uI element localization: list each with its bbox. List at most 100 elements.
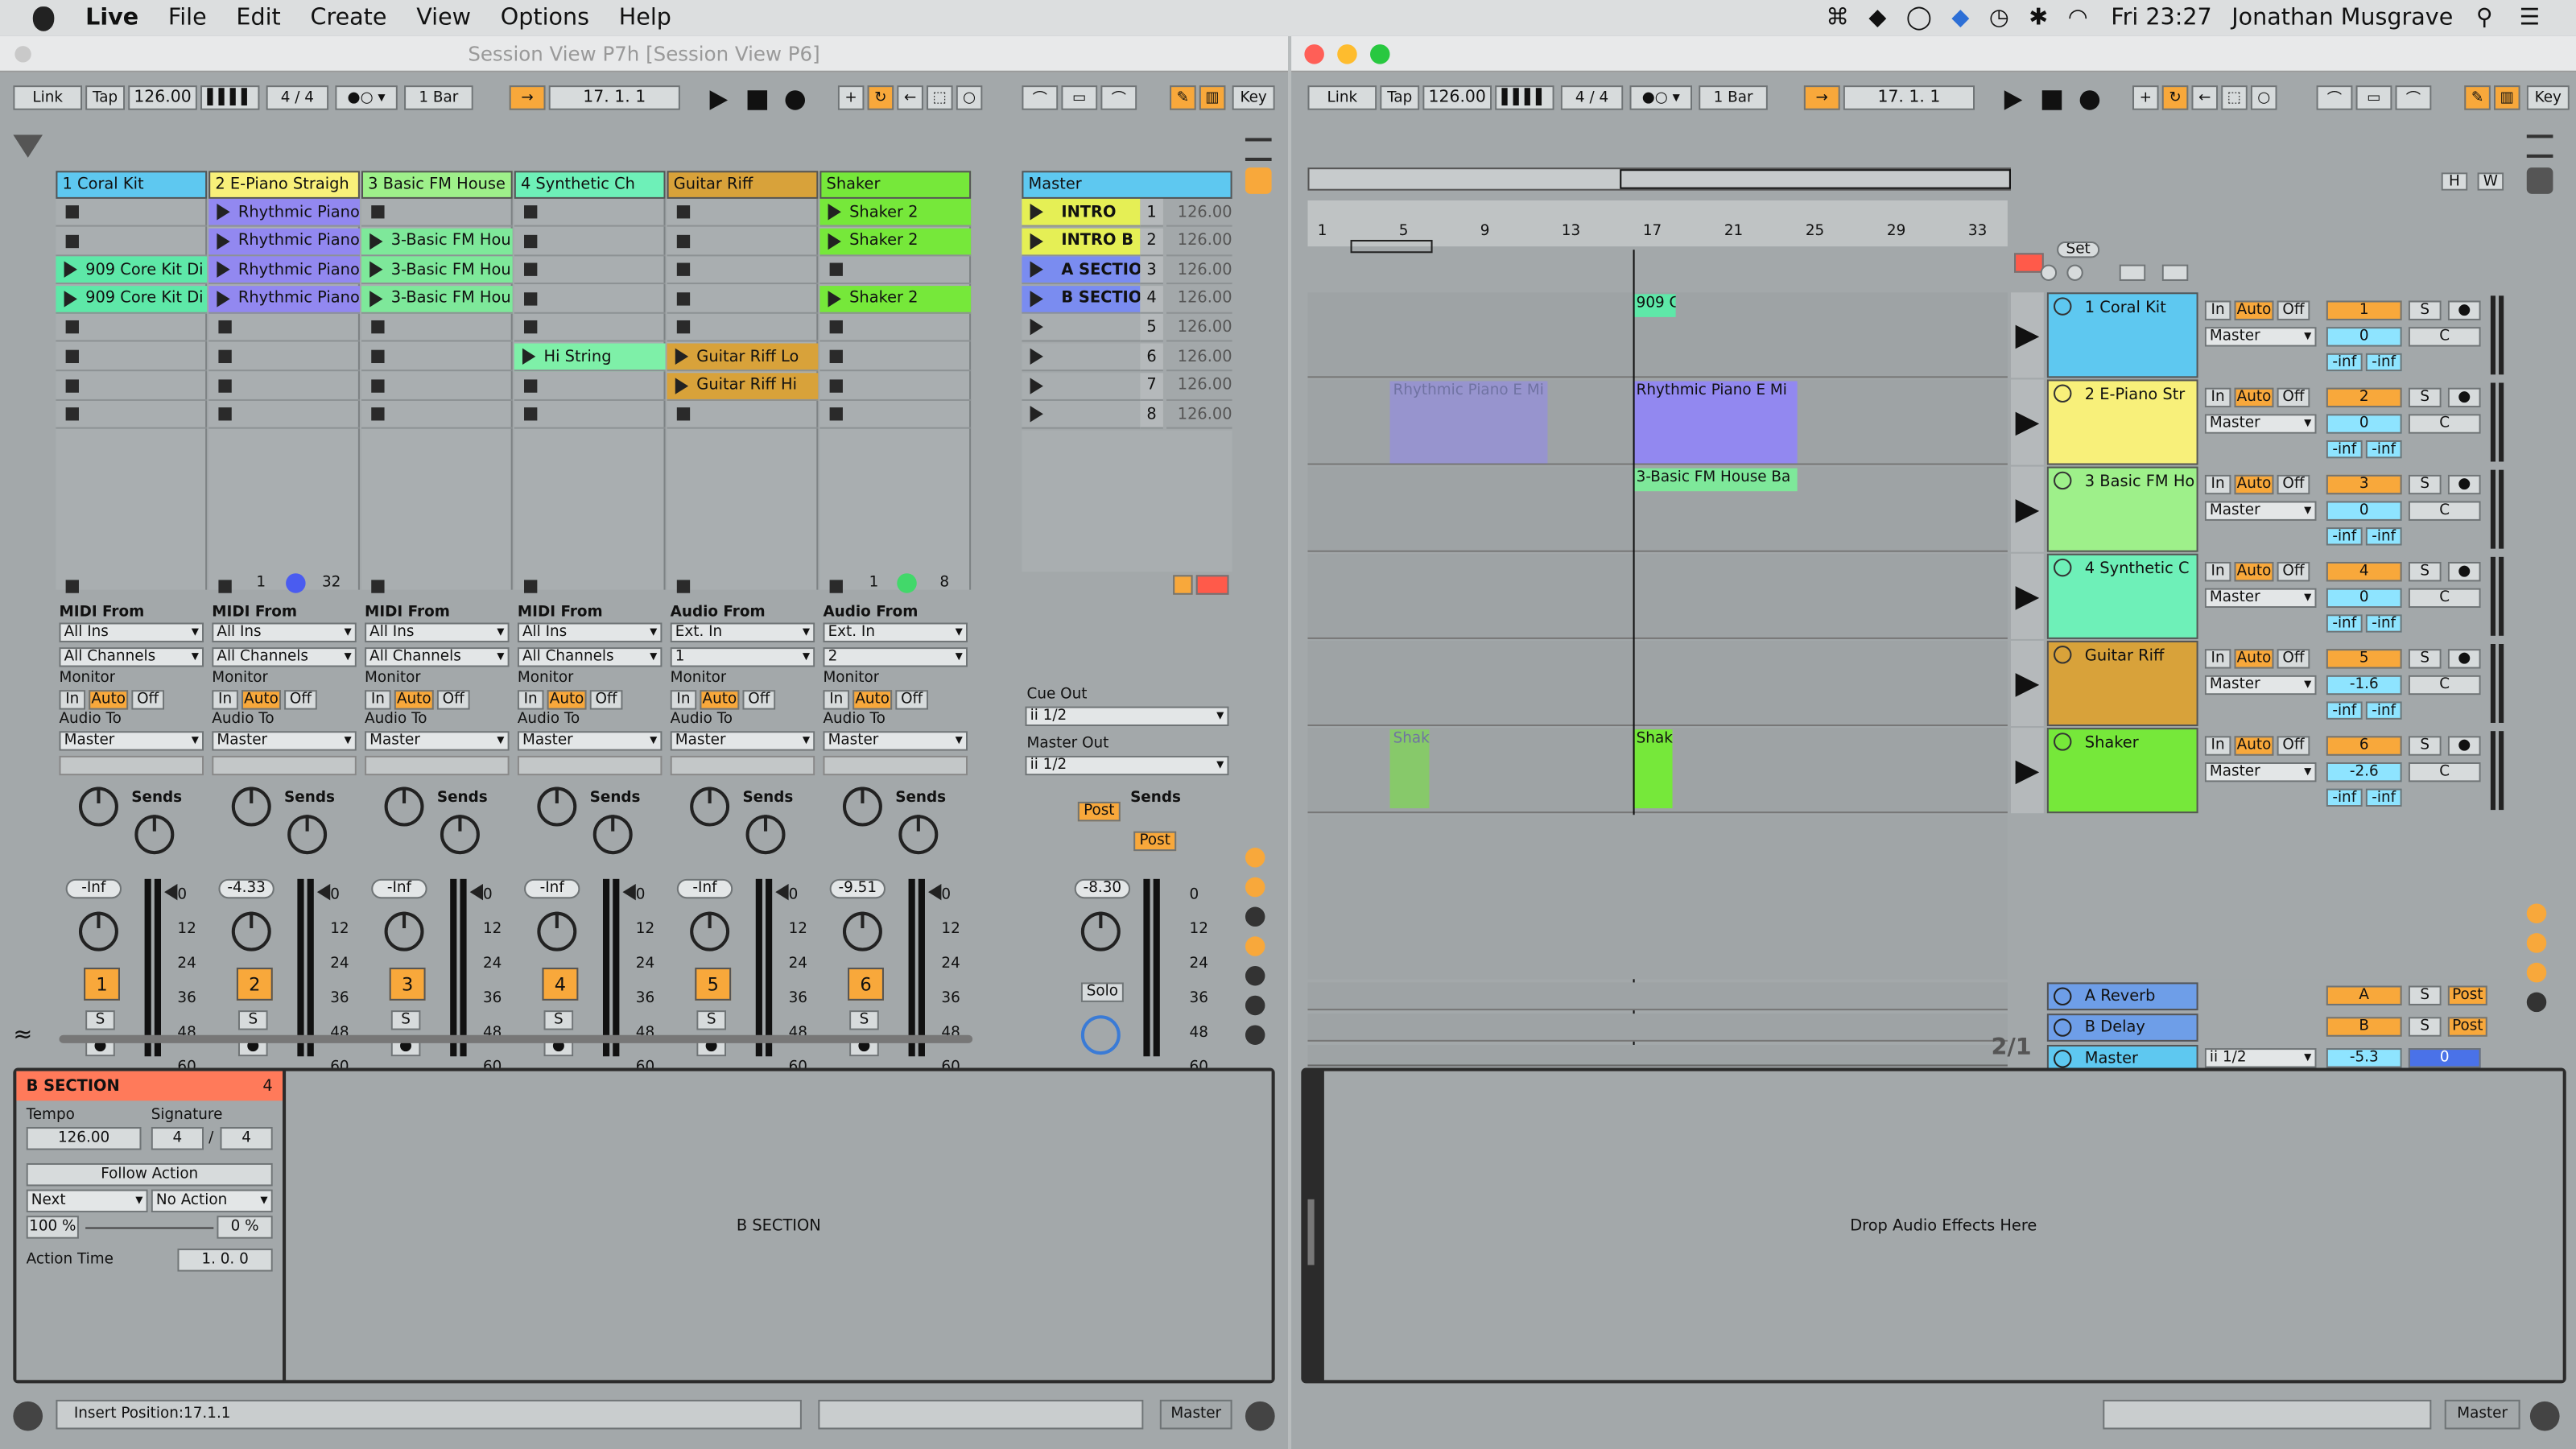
pan-knob[interactable] [537,911,577,952]
draw-mode-icon-2[interactable]: ⌒ [2316,85,2353,110]
arr-send-b[interactable]: -inf [2365,440,2402,459]
next-action-select[interactable]: Next [26,1189,148,1213]
key-map-pencil-icon-2[interactable]: ✎ [2464,85,2491,110]
empty-drop-area[interactable] [1307,815,2008,980]
arr-pan-field[interactable]: C [2408,414,2481,434]
master-pan-knob[interactable] [1080,911,1121,952]
clock[interactable]: Fri 23:27 [2111,5,2211,31]
horizontal-scrollbar[interactable] [59,1034,973,1043]
send-a-knob[interactable] [690,786,730,827]
send-b-knob[interactable] [592,815,633,855]
send-a-knob[interactable] [231,786,271,827]
arr-send-b[interactable]: -inf [2365,614,2402,633]
arr-solo-button[interactable]: S [2408,561,2442,582]
master-volume-field[interactable]: -8.30 [1074,878,1131,899]
track-volume-field[interactable]: -9.51 [829,878,886,899]
arr-arm-icon[interactable]: ● [2447,736,2481,756]
stop-icon[interactable] [747,90,768,110]
user-name[interactable]: Jonathan Musgrave [2231,5,2453,31]
arr-monitor-in[interactable]: In [2204,300,2231,320]
pan-knob[interactable] [690,911,730,952]
record-icon[interactable] [785,90,805,110]
minimize-button-icon[interactable] [1337,44,1357,64]
signature-field-2[interactable]: 4 / 4 [1560,85,1624,110]
fader-handle-icon[interactable] [928,883,942,901]
back-icon-2[interactable]: ← [2191,85,2219,110]
track-activator[interactable]: 1 [84,968,120,1001]
tap-button[interactable]: Tap [85,85,126,110]
automation-arm-icon[interactable]: ↻ [867,85,894,110]
h-button[interactable]: H [2441,172,2468,191]
sync-icon[interactable]: ◯ [1906,5,1932,31]
time-machine-icon[interactable]: ◷ [1989,5,2009,31]
solo-button[interactable]: S [543,1010,574,1030]
arr-track-activator[interactable]: 1 [2326,300,2402,320]
pan-knob[interactable] [384,911,424,952]
track-fold-circle-icon[interactable] [2054,646,2072,664]
send-b-knob[interactable] [287,815,328,855]
loop-icon[interactable]: ⬚ [927,85,953,110]
nudge-icon[interactable]: ▌▌▌▌ [200,85,260,110]
chance-b-field[interactable]: 0 % [217,1216,273,1239]
arrangement-lane[interactable] [1307,553,2008,639]
track-fold-circle-icon[interactable] [2054,384,2072,402]
pan-knob[interactable] [78,911,118,952]
arr-monitor-auto[interactable]: Auto [2234,736,2274,756]
midi-map-icon[interactable]: ▥ [1199,85,1226,110]
menu-item-help[interactable]: Help [619,5,671,31]
arr-arm-icon[interactable]: ● [2447,387,2481,408]
zoom-button-icon[interactable] [1370,44,1390,64]
arr-send-a[interactable]: -inf [2326,788,2363,807]
quantize-menu[interactable]: 1 Bar [404,85,473,110]
detail-toggle-icon-2[interactable] [2529,1401,2560,1431]
pan-knob[interactable] [231,911,271,952]
return-lane[interactable] [1307,982,2008,1011]
solo-button[interactable]: S [849,1010,879,1030]
nudge-icon-2[interactable]: ▌▌▌▌ [1495,85,1554,110]
arr-volume-field[interactable]: 0 [2326,501,2402,521]
control-icon[interactable]: ⌘ [1826,5,1849,31]
close-button-icon[interactable] [1304,44,1324,64]
return-post[interactable]: Post [2447,985,2487,1005]
computer-keys-icon-2[interactable]: ⌒ [2395,85,2432,110]
solo-button[interactable]: S [237,1010,268,1030]
fader-handle-icon[interactable] [775,883,789,901]
arr-clip-909[interactable]: 909 C [1633,294,1676,317]
return-activator[interactable]: A [2326,985,2402,1005]
arr-solo-button[interactable]: S [2408,300,2442,320]
detail-scroll-icon[interactable] [1307,1199,1315,1265]
arr-clip-view-icon[interactable] [2526,167,2553,194]
info-view-icon[interactable] [13,1401,43,1431]
crossfader-icon[interactable] [1245,995,1265,1016]
chance-a-field[interactable]: 100 % [26,1216,79,1239]
key-button-2[interactable]: Key [2526,85,2570,110]
arr-solo-button[interactable]: S [2408,387,2442,408]
master-out-select[interactable]: ii 1/2 [2204,1048,2317,1068]
arr-monitor-off[interactable]: Off [2277,649,2310,669]
track-activator[interactable]: 6 [848,968,884,1001]
return-play-icon[interactable] [2054,1018,2072,1037]
scene-sig-numerator[interactable]: 4 [151,1127,204,1150]
loop-brace[interactable] [1350,239,1433,254]
play-icon-2[interactable] [2004,90,2023,110]
arr-track-activator[interactable]: 5 [2326,649,2402,669]
arr-pan-field[interactable]: C [2408,675,2481,696]
arr-clip-shaker-a[interactable]: Shak [1389,729,1430,809]
return-lane[interactable] [1307,1013,2008,1042]
no-action-select[interactable]: No Action [151,1189,273,1213]
track-fold-icon[interactable]: ▶ [2010,292,2044,378]
follow-icon[interactable]: → [509,85,546,110]
arr-monitor-off[interactable]: Off [2277,474,2310,495]
automation-arm-icon-2[interactable]: ↻ [2161,85,2189,110]
arr-output-select[interactable]: Master [2204,501,2317,521]
signature-field[interactable]: 4 / 4 [266,85,329,110]
arr-arm-icon[interactable]: ● [2447,474,2481,495]
solo-button[interactable]: S [85,1010,115,1030]
scene-sig-denominator[interactable]: 4 [220,1127,273,1150]
arr-track-activator[interactable]: 3 [2326,474,2402,495]
arr-volume-field[interactable]: -2.6 [2326,762,2402,782]
arr-volume-field[interactable]: -1.6 [2326,675,2402,696]
track-activator[interactable]: 2 [236,968,273,1001]
return-activator[interactable]: B [2326,1017,2402,1037]
arr-output-select[interactable]: Master [2204,675,2317,696]
